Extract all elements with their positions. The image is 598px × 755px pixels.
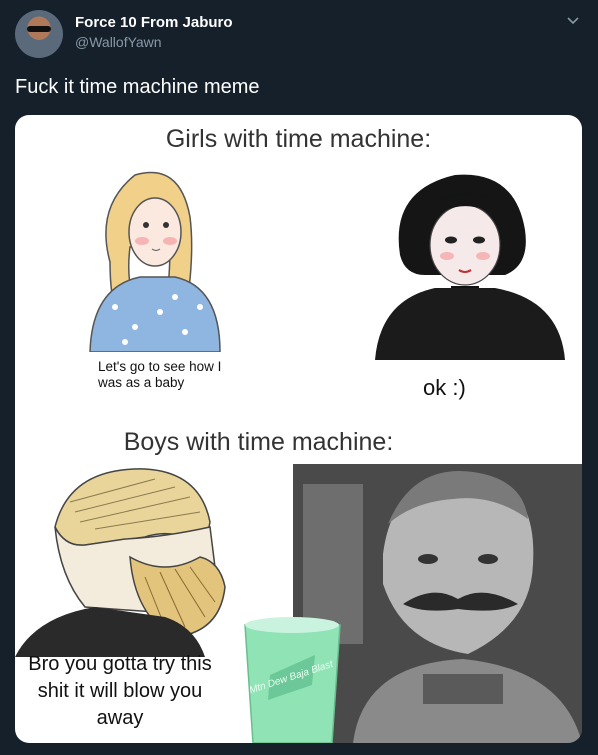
bearded-guy-drawing — [15, 468, 226, 657]
caption-girl-left: Let's go to see how I was as a baby — [98, 359, 222, 390]
tweet-text: Fuck it time machine meme — [15, 76, 260, 98]
author-name[interactable]: Force 10 From Jaburo — [75, 14, 233, 31]
author-handle[interactable]: @WallofYawn — [75, 34, 162, 50]
meme-title-boys: Boys with time machine: — [123, 428, 394, 456]
caption-girl-right: ok :) — [423, 375, 466, 400]
tweet-header: Force 10 From Jaburo @WallofYawn — [0, 0, 598, 70]
caption-boy: Bro you gotta try this shit it will blow… — [28, 653, 212, 729]
blonde-girl-drawing — [89, 171, 221, 352]
meme-title-girls: Girls with time machine: — [165, 125, 432, 153]
goth-girl-drawing — [375, 174, 565, 360]
mtn-dew-baja-blast-cup: Mtn Dew Baja Blast — [244, 617, 341, 743]
avatar[interactable] — [15, 10, 63, 58]
chevron-down-icon[interactable] — [564, 12, 582, 30]
meme-image[interactable]: Girls with time machine: Let's go to see… — [15, 115, 582, 743]
